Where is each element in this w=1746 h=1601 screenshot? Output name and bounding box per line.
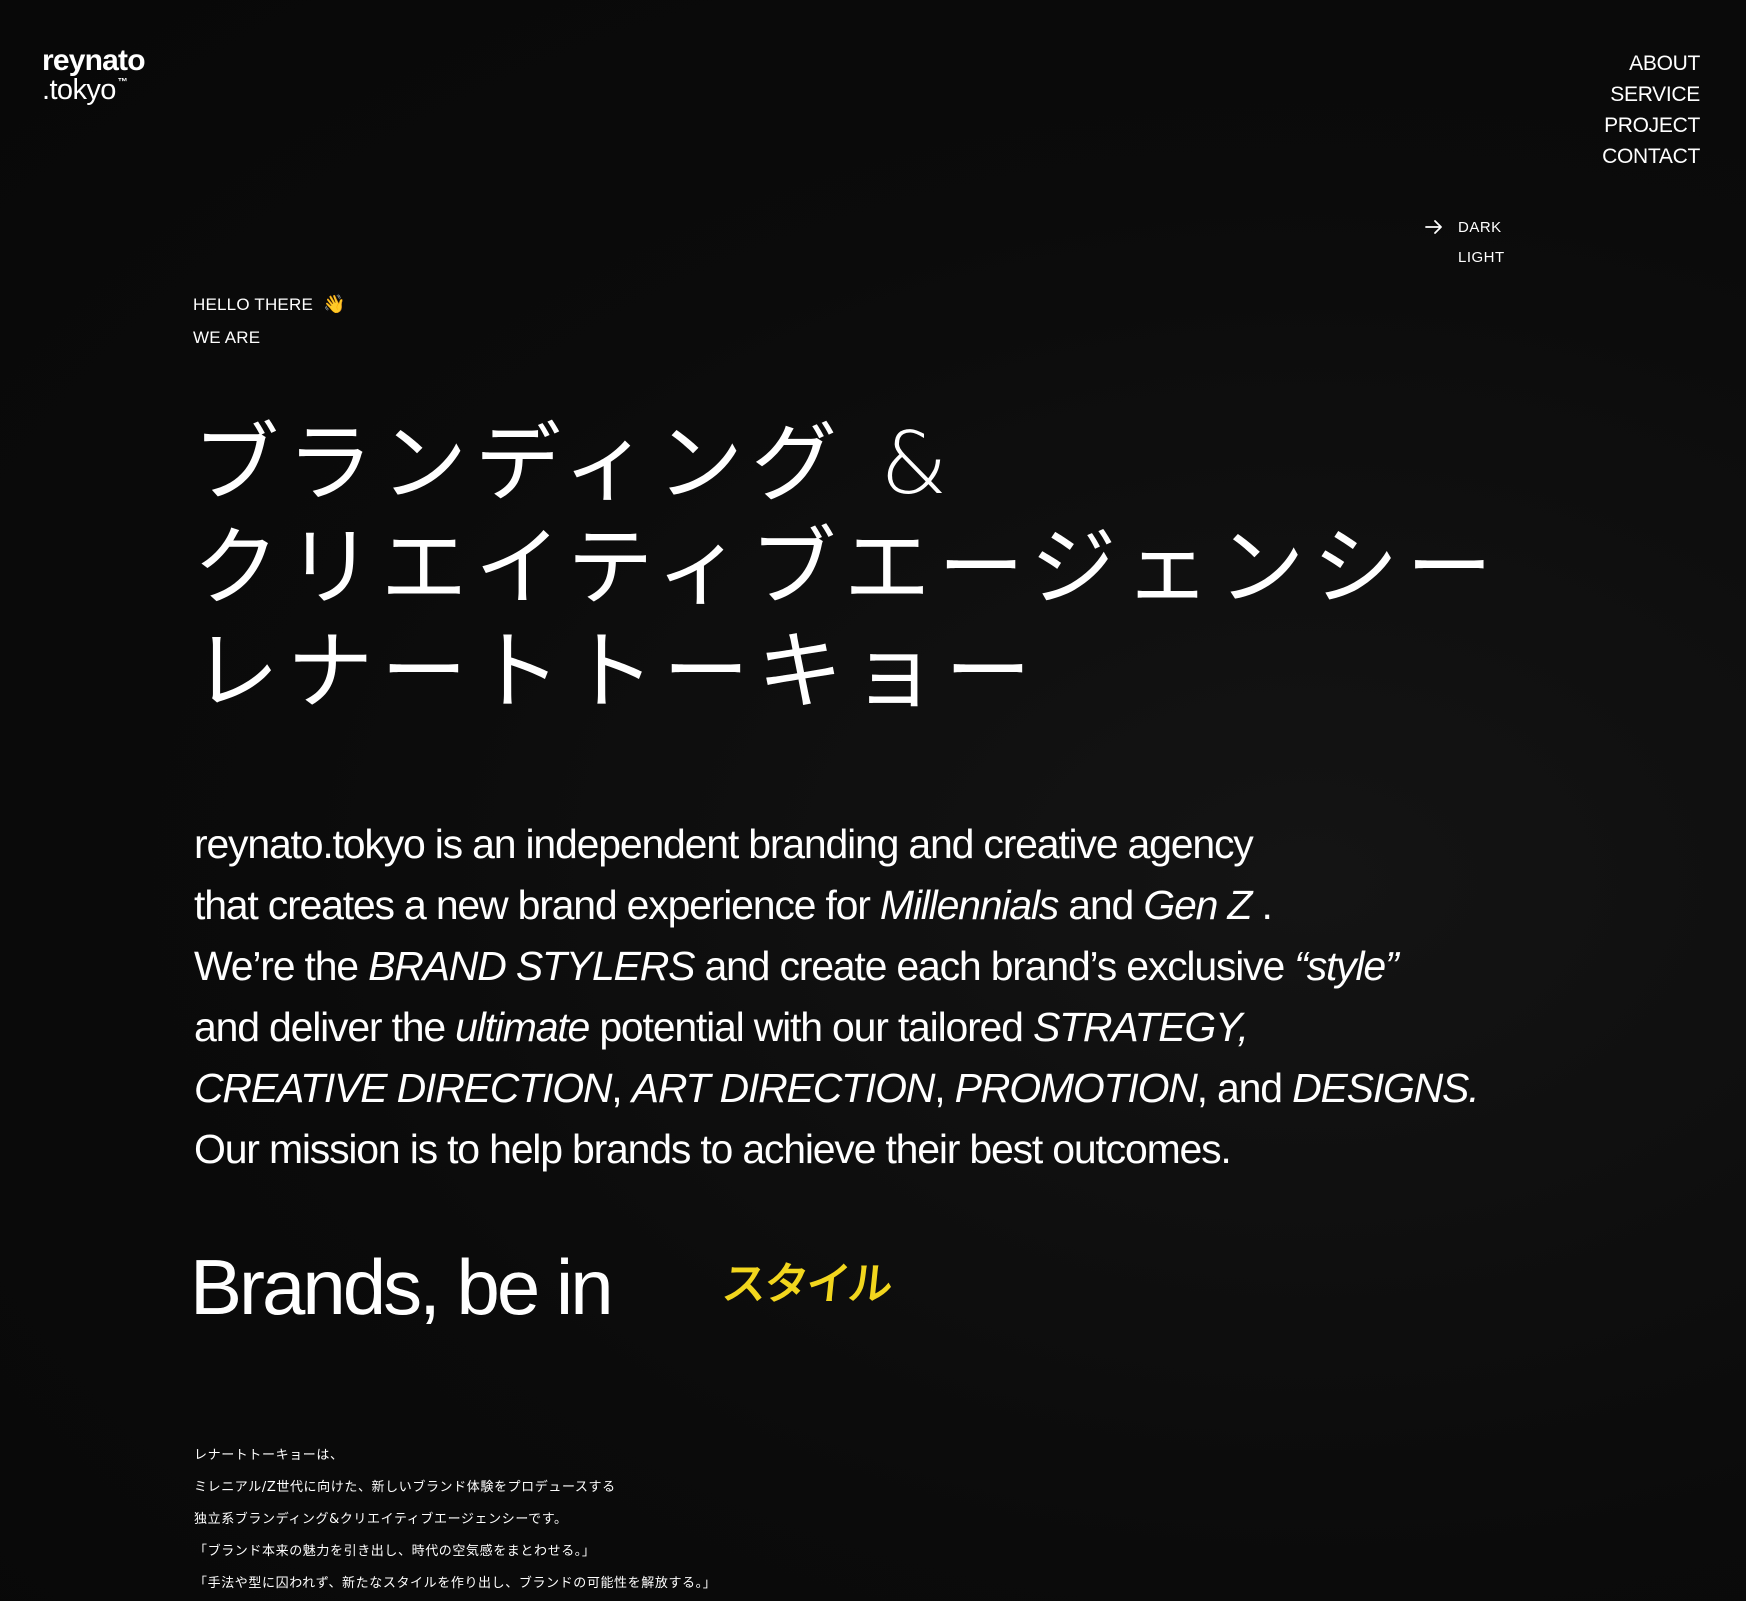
headline-line-2: クリエイティブエージェンシー xyxy=(193,518,1501,618)
jp-line-4: 「ブランド本来の魅力を引き出し、時代の空気感をまとわせる。」 xyxy=(194,1544,596,1559)
greeting-line-1: HELLO THERE 👋 xyxy=(193,288,346,321)
intro-line-5: CREATIVE DIRECTION, ART DIRECTION, PROMO… xyxy=(194,1065,1480,1111)
theme-option-dark[interactable]: DARK xyxy=(1424,212,1505,242)
japanese-description: レナートトーキョーは、 ミレニアル/Z世代に向けた、新しいブランド体験をプロデュ… xyxy=(194,1440,716,1600)
arrow-right-icon xyxy=(1425,220,1442,234)
jp-line-3: 独立系ブランディング&クリエイティブエージェンシーです。 xyxy=(194,1512,568,1527)
nav-about[interactable]: ABOUT xyxy=(1602,48,1700,79)
jp-line-1: レナートトーキョーは、 xyxy=(194,1448,344,1463)
theme-option-light[interactable]: LIGHT xyxy=(1424,242,1505,272)
trademark-symbol: ™ xyxy=(117,77,128,88)
headline-line-3: レナートトーキョー xyxy=(193,622,1039,722)
nav-project[interactable]: PROJECT xyxy=(1602,110,1700,141)
greeting-line-2: WE ARE xyxy=(193,328,261,347)
intro-line-2: that creates a new brand experience for … xyxy=(194,882,1273,928)
logo-wordmark-bottom: .tokyo ™ xyxy=(42,76,145,105)
intro-paragraph: reynato.tokyo is an independent branding… xyxy=(194,814,1480,1180)
jp-line-5: 「手法や型に囚われず、新たなスタイルを作り出し、ブランドの可能性を解放する。」 xyxy=(194,1576,717,1591)
logo-domain: .tokyo xyxy=(42,74,116,106)
nav-contact[interactable]: CONTACT xyxy=(1602,141,1700,172)
jp-line-2: ミレニアル/Z世代に向けた、新しいブランド体験をプロデュースする xyxy=(194,1480,616,1495)
greeting: HELLO THERE 👋 WE ARE xyxy=(193,288,346,354)
theme-switcher: DARK LIGHT xyxy=(1424,212,1505,272)
logo-wordmark-top: reynato xyxy=(42,44,146,77)
main-nav: ABOUT SERVICE PROJECT CONTACT xyxy=(1602,48,1700,172)
intro-line-6: Our mission is to help brands to achieve… xyxy=(194,1126,1232,1172)
hero-headline: ブランディング & クリエイティブエージェンシー レナートトーキョー xyxy=(193,412,1500,724)
theme-dark-label: DARK xyxy=(1458,218,1502,236)
headline-line-1: ブランディング & xyxy=(193,414,956,514)
tagline-text: Brands, be in xyxy=(190,1243,614,1331)
theme-light-label: LIGHT xyxy=(1458,248,1505,266)
waving-hand-icon: 👋 xyxy=(322,294,346,314)
greeting-hello: HELLO THERE xyxy=(193,295,313,314)
intro-line-3: We’re the BRAND STYLERS and create each … xyxy=(194,943,1399,989)
intro-line-1: reynato.tokyo is an independent branding… xyxy=(194,821,1254,867)
intro-line-4: and deliver the ultimate potential with … xyxy=(194,1004,1249,1050)
tagline-accent-style: スタイル xyxy=(719,1259,893,1310)
logo[interactable]: reynato .tokyo ™ xyxy=(42,44,146,105)
nav-service[interactable]: SERVICE xyxy=(1602,79,1700,110)
tagline: Brands, be in スタイル xyxy=(190,1243,893,1331)
